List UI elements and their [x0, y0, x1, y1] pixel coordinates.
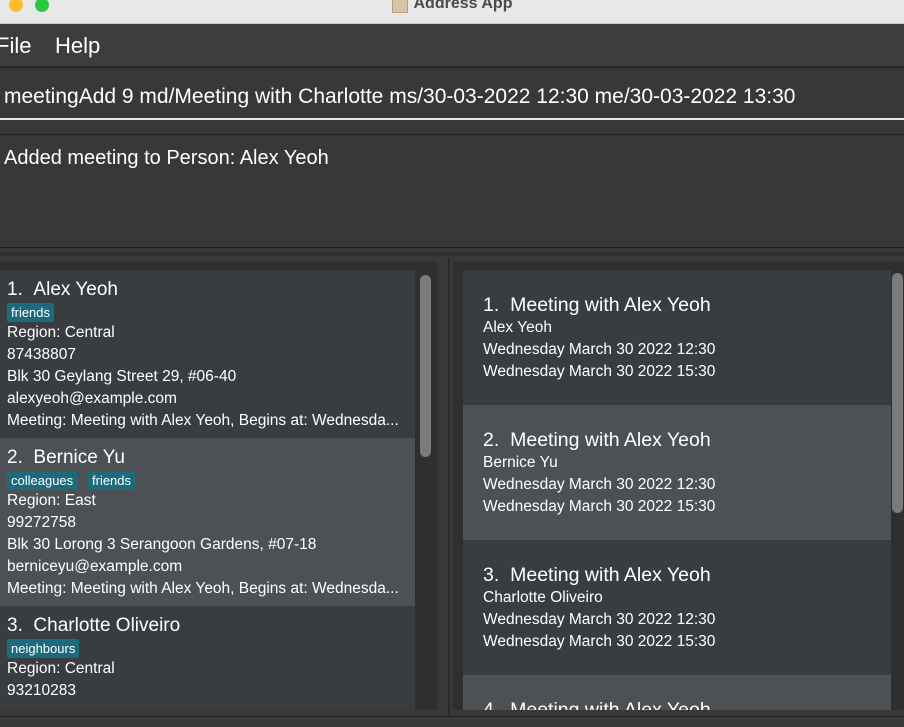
- meeting-person: Alex Yeoh: [483, 319, 552, 336]
- person-region: Region: Central: [7, 324, 115, 341]
- person-list-panel[interactable]: 1. Alex Yeoh friends Region: Central 874…: [0, 262, 437, 710]
- result-message: Added meeting to Person: Alex Yeoh: [4, 147, 329, 169]
- person-card[interactable]: 2. Bernice Yu colleagues friends Region:…: [0, 438, 415, 606]
- person-meeting: Meeting: Meeting with Alex Yeoh, Begins …: [7, 580, 399, 597]
- meeting-card[interactable]: 4. Meeting with Alex Yeoh: [463, 675, 891, 710]
- window-title: Address App: [413, 0, 513, 12]
- meeting-index: 4.: [483, 699, 500, 710]
- person-email: berniceyu@example.com: [7, 558, 183, 575]
- meeting-title: 1. Meeting with Alex Yeoh: [483, 294, 711, 317]
- command-input-text: meetingAdd 9 md/Meeting with Charlotte m…: [4, 85, 796, 108]
- meeting-start: Wednesday March 30 2022 12:30: [483, 341, 716, 358]
- person-index: 1.: [7, 279, 23, 300]
- meeting-title: 2. Meeting with Alex Yeoh: [483, 429, 711, 452]
- meeting-person: Bernice Yu: [483, 454, 558, 471]
- person-email: alexyeoh@example.com: [7, 390, 177, 407]
- meeting-title: 4. Meeting with Alex Yeoh: [483, 699, 711, 710]
- menu-file[interactable]: File: [0, 33, 31, 59]
- person-phone: 87438807: [7, 346, 76, 363]
- person-name: 2. Bernice Yu: [7, 447, 125, 469]
- person-phone: 99272758: [7, 514, 76, 531]
- meeting-list-panel[interactable]: 1. Meeting with Alex Yeoh Alex Yeoh Wedn…: [453, 262, 904, 710]
- person-region: Region: Central: [7, 660, 115, 677]
- person-card[interactable]: 1. Alex Yeoh friends Region: Central 874…: [0, 270, 415, 438]
- menu-bar: File Help: [0, 24, 904, 67]
- meeting-person: Charlotte Oliveiro: [483, 589, 603, 606]
- meeting-start: Wednesday March 30 2022 12:30: [483, 611, 716, 628]
- menu-help[interactable]: Help: [55, 33, 100, 59]
- person-name: 1. Alex Yeoh: [7, 279, 118, 301]
- meeting-title-text: Meeting with Alex Yeoh: [510, 564, 711, 586]
- person-address: Blk 30 Lorong 3 Serangoon Gardens, #07-1…: [7, 536, 317, 553]
- meeting-title: 3. Meeting with Alex Yeoh: [483, 564, 711, 587]
- person-address: Blk 30 Geylang Street 29, #06-40: [7, 368, 237, 385]
- meeting-start: Wednesday March 30 2022 12:30: [483, 476, 716, 493]
- person-phone: 93210283: [7, 682, 76, 699]
- person-index: 2.: [7, 447, 23, 468]
- meeting-end: Wednesday March 30 2022 15:30: [483, 363, 716, 380]
- person-name-text: Charlotte Oliveiro: [33, 615, 181, 636]
- person-meeting: Meeting: Meeting with Alex Yeoh, Begins …: [7, 412, 399, 429]
- meeting-index: 1.: [483, 294, 500, 316]
- person-tag: colleagues: [7, 471, 78, 490]
- person-region: Region: East: [7, 492, 96, 509]
- meeting-index: 2.: [483, 429, 500, 451]
- meeting-card[interactable]: 1. Meeting with Alex Yeoh Alex Yeoh Wedn…: [463, 270, 891, 405]
- meeting-list-scrollbar[interactable]: [892, 273, 903, 513]
- result-display: Added meeting to Person: Alex Yeoh: [0, 134, 904, 248]
- meeting-title-text: Meeting with Alex Yeoh: [510, 699, 711, 710]
- split-pane-divider[interactable]: [448, 258, 450, 718]
- person-name-text: Bernice Yu: [33, 447, 125, 468]
- meeting-title-text: Meeting with Alex Yeoh: [510, 429, 711, 451]
- window-title-group: Address App: [0, 0, 904, 13]
- command-input-underline: [0, 118, 904, 120]
- meeting-title-text: Meeting with Alex Yeoh: [510, 294, 711, 316]
- person-tag: friends: [7, 303, 55, 322]
- status-bar: [0, 716, 904, 727]
- window-titlebar: Address App: [0, 0, 904, 24]
- person-card[interactable]: 3. Charlotte Oliveiro neighbours Region:…: [0, 606, 415, 710]
- person-tag: neighbours: [7, 639, 80, 658]
- app-icon: [391, 0, 408, 13]
- person-index: 3.: [7, 615, 23, 636]
- person-name-text: Alex Yeoh: [33, 279, 118, 300]
- person-tag: friends: [88, 471, 136, 490]
- meeting-card[interactable]: 3. Meeting with Alex Yeoh Charlotte Oliv…: [463, 540, 891, 675]
- meeting-card[interactable]: 2. Meeting with Alex Yeoh Bernice Yu Wed…: [463, 405, 891, 540]
- command-input[interactable]: meetingAdd 9 md/Meeting with Charlotte m…: [0, 67, 904, 120]
- meeting-index: 3.: [483, 564, 500, 586]
- person-name: 3. Charlotte Oliveiro: [7, 615, 180, 637]
- panel-separator: [0, 252, 904, 256]
- meeting-end: Wednesday March 30 2022 15:30: [483, 633, 716, 650]
- person-list-scrollbar[interactable]: [420, 275, 431, 457]
- meeting-end: Wednesday March 30 2022 15:30: [483, 498, 716, 515]
